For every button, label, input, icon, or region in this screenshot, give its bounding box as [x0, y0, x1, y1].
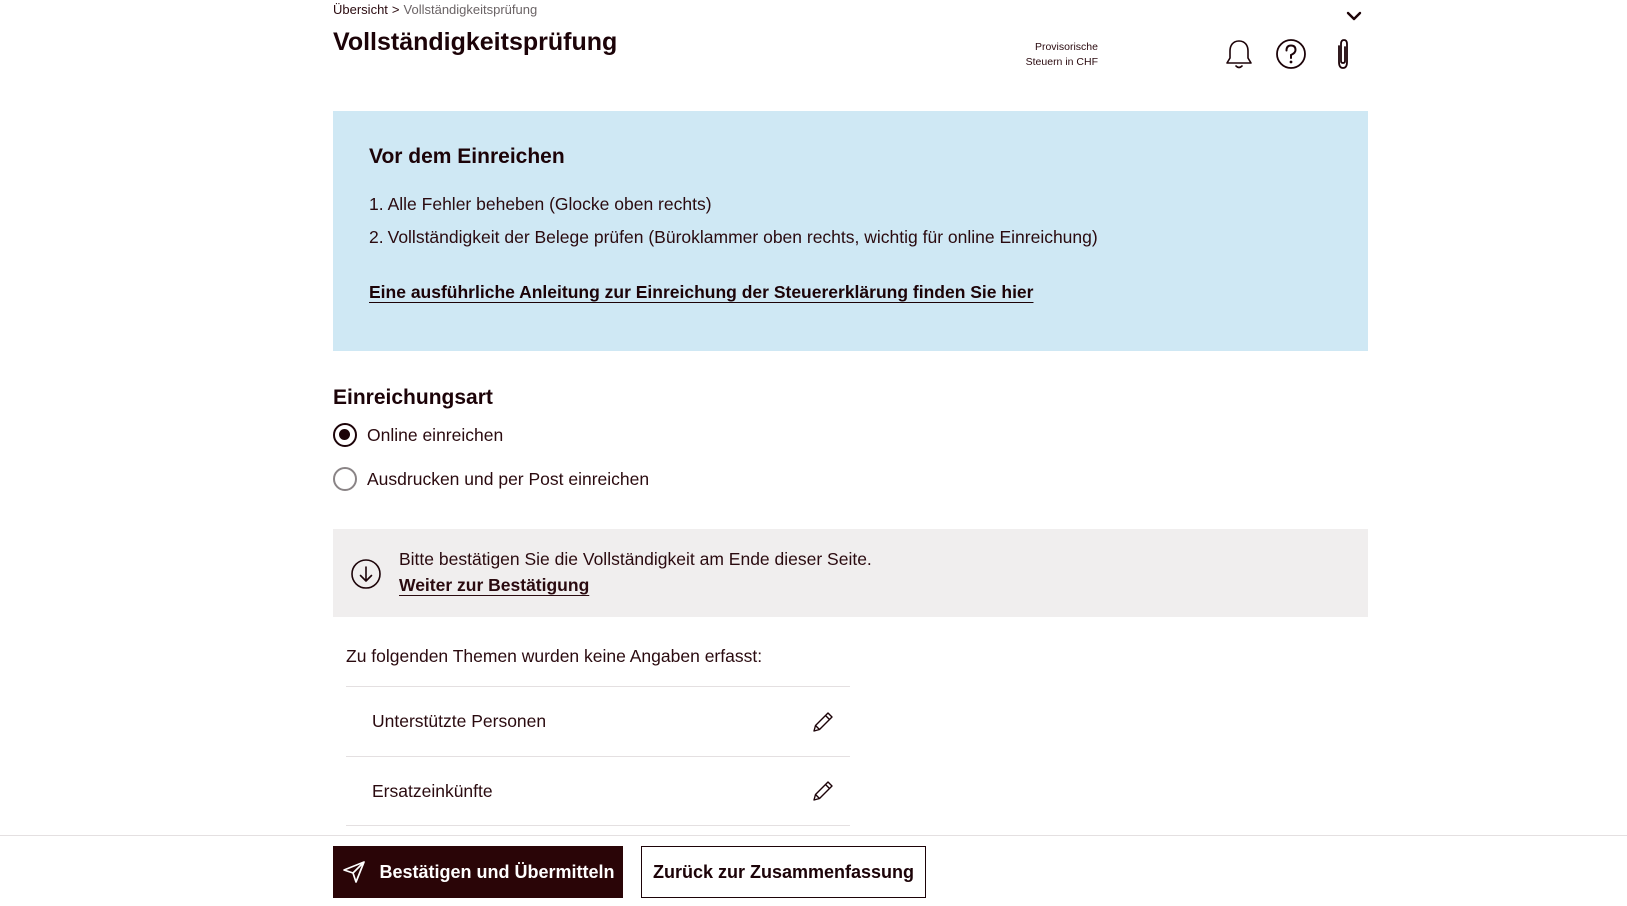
- list-item: Ersatzeinkünfte: [346, 756, 850, 826]
- info-steps-list: 1. Alle Fehler beheben (Glocke oben recht…: [369, 194, 1332, 248]
- submission-guide-link[interactable]: Eine ausführliche Anleitung zur Einreich…: [369, 282, 1033, 303]
- info-step: 1. Alle Fehler beheben (Glocke oben recht…: [369, 194, 1332, 215]
- submission-type-title: Einreichungsart: [333, 386, 493, 409]
- radio-label: Online einreichen: [367, 424, 504, 445]
- chevron-down-icon[interactable]: [1344, 6, 1364, 26]
- missing-topics-intro: Zu folgenden Themen wurden keine Angaben…: [346, 646, 763, 666]
- breadcrumb: Übersicht > Vollständigkeitsprüfung: [333, 2, 537, 17]
- info-title: Vor dem Einreichen: [369, 145, 565, 168]
- info-step-text: Vollständigkeit der Belege prüfen (Bürok…: [387, 227, 1098, 247]
- topic-label: Unterstützte Personen: [372, 711, 547, 731]
- missing-topics-list: Unterstützte Personen Ersatzeinkünfte: [346, 686, 850, 826]
- pencil-icon[interactable]: [810, 709, 836, 735]
- provisional-tax-display[interactable]: Provisorische Steuern in CHF: [990, 40, 1098, 70]
- pencil-icon[interactable]: [810, 778, 836, 804]
- confirmation-notice: Bitte bestätigen Sie die Vollständigkeit…: [333, 529, 1368, 617]
- breadcrumb-separator: >: [391, 2, 400, 17]
- confirm-submit-label: Bestätigen und Übermitteln: [379, 861, 615, 882]
- provisional-tax-line2: Steuern in CHF: [1025, 56, 1098, 68]
- bell-icon[interactable]: [1221, 36, 1257, 72]
- radio-label: Ausdrucken und per Post einreichen: [367, 468, 650, 489]
- topic-label: Ersatzeinkünfte: [372, 780, 493, 801]
- arrow-down-circle-icon: [351, 559, 381, 589]
- info-step-number: 2.: [369, 227, 384, 247]
- before-submission-info: Vor dem Einreichen 1. Alle Fehler beheben…: [333, 111, 1368, 351]
- notice-text: Bitte bestätigen Sie die Vollständigkeit…: [399, 549, 872, 569]
- paperclip-icon[interactable]: [1325, 36, 1361, 72]
- help-icon[interactable]: [1273, 36, 1309, 72]
- radio-online-submission[interactable]: Online einreichen: [333, 423, 503, 447]
- provisional-tax-line1: Provisorische: [1034, 41, 1098, 53]
- info-step-text: Alle Fehler beheben (Glocke oben rechts): [387, 194, 712, 214]
- radio-button-selected[interactable]: [333, 423, 357, 447]
- info-step: 2. Vollständigkeit der Belege prüfen (Bür…: [369, 227, 1332, 248]
- back-to-summary-button[interactable]: Zurück zur Zusammenfassung: [641, 846, 926, 898]
- confirm-submit-button[interactable]: Bestätigen und Übermitteln: [333, 846, 623, 898]
- send-icon: [343, 861, 366, 883]
- radio-post-submission[interactable]: Ausdrucken und per Post einreichen: [333, 467, 649, 491]
- go-to-confirmation-link[interactable]: Weiter zur Bestätigung: [399, 575, 589, 596]
- breadcrumb-current: Vollständigkeitsprüfung: [403, 2, 538, 17]
- breadcrumb-root-link[interactable]: Übersicht: [333, 2, 388, 17]
- list-item: Unterstützte Personen: [346, 686, 850, 756]
- radio-button[interactable]: [333, 467, 357, 491]
- page-title: Vollständigkeitsprüfung: [333, 28, 618, 56]
- info-step-number: 1.: [369, 194, 384, 214]
- bottom-action-bar: Bestätigen und Übermitteln Zurück zur Zu…: [0, 835, 1627, 906]
